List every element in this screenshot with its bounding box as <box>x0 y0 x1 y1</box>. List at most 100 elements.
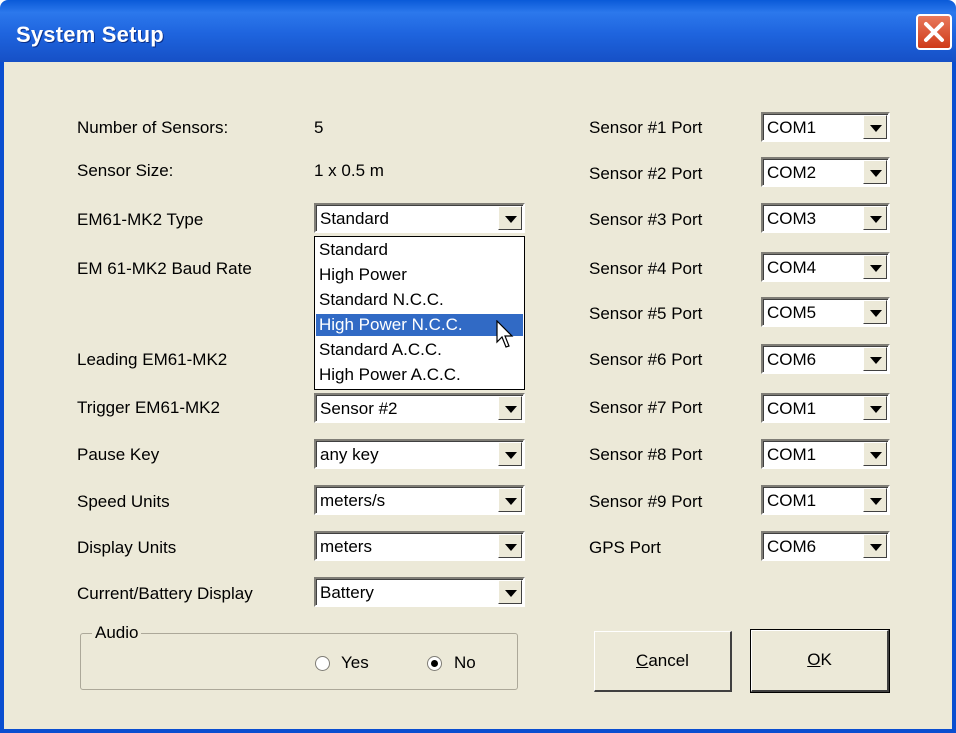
sensor-7-port-label: Sensor #7 Port <box>589 398 703 417</box>
em-type-label: EM61-MK2 Type <box>77 210 204 229</box>
sensor-6-port-combo[interactable]: COM6 <box>761 344 890 374</box>
audio-no-label[interactable]: No <box>454 653 476 673</box>
dropdown-option[interactable]: Standard A.C.C. <box>316 339 523 361</box>
dropdown-option-selected[interactable]: High Power N.C.C. <box>316 314 523 336</box>
sensor-4-port-combo[interactable]: COM4 <box>761 252 890 282</box>
cancel-label-rest: ancel <box>648 651 689 670</box>
gps-port-label: GPS Port <box>589 538 661 557</box>
speed-units-combo[interactable]: meters/s <box>314 485 525 515</box>
sensor-size-value: 1 x 0.5 m <box>314 161 384 180</box>
close-x-icon <box>924 22 944 42</box>
system-setup-dialog: System Setup Number of Sensors: 5 Sensor… <box>0 0 956 733</box>
display-units-value: meters <box>320 537 372 556</box>
number-of-sensors-value: 5 <box>314 118 324 137</box>
dropdown-option[interactable]: High Power <box>316 264 523 286</box>
pause-key-combo[interactable]: any key <box>314 439 525 469</box>
sensor-7-port-combo[interactable]: COM1 <box>761 393 890 423</box>
leading-em-label: Leading EM61-MK2 <box>77 350 228 369</box>
ok-mnemonic: O <box>807 650 821 669</box>
sensor-5-port-value: COM5 <box>767 303 817 322</box>
number-of-sensors-label: Number of Sensors: <box>77 118 229 137</box>
trigger-em-label: Trigger EM61-MK2 <box>77 398 220 417</box>
chevron-down-icon[interactable] <box>863 255 887 279</box>
baud-rate-label: EM 61-MK2 Baud Rate <box>77 259 252 278</box>
mouse-pointer-icon <box>496 320 514 348</box>
chevron-down-icon[interactable] <box>498 396 522 420</box>
audio-no-radio[interactable] <box>427 656 442 671</box>
current-battery-combo[interactable]: Battery <box>314 577 525 607</box>
em-type-combo[interactable]: Standard <box>314 203 525 233</box>
window-frame-right <box>952 62 956 733</box>
sensor-4-port-value: COM4 <box>767 258 817 277</box>
speed-units-label: Speed Units <box>77 492 170 511</box>
radio-selected-dot <box>431 660 438 667</box>
pause-key-value: any key <box>320 445 379 464</box>
em-type-value: Standard <box>320 209 389 228</box>
pause-key-label: Pause Key <box>77 445 160 464</box>
title-bar[interactable]: System Setup <box>0 0 956 62</box>
sensor-9-port-label: Sensor #9 Port <box>589 492 703 511</box>
sensor-size-label: Sensor Size: <box>77 161 174 180</box>
sensor-2-port-combo[interactable]: COM2 <box>761 157 890 187</box>
ok-button[interactable]: OK <box>750 629 890 693</box>
current-battery-label: Current/Battery Display <box>77 584 253 603</box>
display-units-label: Display Units <box>77 538 177 557</box>
chevron-down-icon[interactable] <box>863 206 887 230</box>
cancel-mnemonic: C <box>636 651 649 670</box>
chevron-down-icon[interactable] <box>863 160 887 184</box>
cancel-button-label: Cancel <box>595 651 730 671</box>
gps-port-value: COM6 <box>767 537 817 556</box>
chevron-down-icon[interactable] <box>863 534 887 558</box>
sensor-3-port-label: Sensor #3 Port <box>589 210 703 229</box>
dropdown-option[interactable]: Standard <box>316 239 523 261</box>
chevron-down-icon[interactable] <box>498 206 522 230</box>
chevron-down-icon[interactable] <box>498 442 522 466</box>
sensor-9-port-combo[interactable]: COM1 <box>761 485 890 515</box>
chevron-down-icon[interactable] <box>498 580 522 604</box>
chevron-down-icon[interactable] <box>863 488 887 512</box>
chevron-down-icon[interactable] <box>863 347 887 371</box>
sensor-2-port-label: Sensor #2 Port <box>589 164 703 183</box>
audio-groupbox <box>80 633 518 690</box>
sensor-9-port-value: COM1 <box>767 491 817 510</box>
sensor-1-port-value: COM1 <box>767 118 817 137</box>
chevron-down-icon[interactable] <box>498 488 522 512</box>
sensor-3-port-combo[interactable]: COM3 <box>761 203 890 233</box>
cancel-button[interactable]: Cancel <box>594 631 732 692</box>
ok-label-rest: K <box>820 650 832 669</box>
speed-units-value: meters/s <box>320 491 386 510</box>
chevron-down-icon[interactable] <box>498 534 522 558</box>
sensor-1-port-combo[interactable]: COM1 <box>761 112 890 142</box>
gps-port-combo[interactable]: COM6 <box>761 531 890 561</box>
audio-yes-radio[interactable] <box>315 656 330 671</box>
ok-button-label: OK <box>752 650 887 670</box>
chevron-down-icon[interactable] <box>863 115 887 139</box>
audio-yes-label[interactable]: Yes <box>341 653 369 673</box>
sensor-2-port-value: COM2 <box>767 163 817 182</box>
chevron-down-icon[interactable] <box>863 396 887 420</box>
audio-group-label: Audio <box>92 623 142 643</box>
sensor-8-port-combo[interactable]: COM1 <box>761 439 890 469</box>
trigger-value: Sensor #2 <box>320 399 398 418</box>
close-button[interactable] <box>916 14 952 50</box>
sensor-5-port-label: Sensor #5 Port <box>589 304 703 323</box>
window-title: System Setup <box>16 22 164 47</box>
sensor-8-port-label: Sensor #8 Port <box>589 445 703 464</box>
chevron-down-icon[interactable] <box>863 300 887 324</box>
sensor-8-port-value: COM1 <box>767 445 817 464</box>
sensor-7-port-value: COM1 <box>767 399 817 418</box>
em-type-dropdown-list: Standard High Power Standard N.C.C. High… <box>314 236 525 390</box>
display-units-combo[interactable]: meters <box>314 531 525 561</box>
current-battery-value: Battery <box>320 583 374 602</box>
sensor-5-port-combo[interactable]: COM5 <box>761 297 890 327</box>
trigger-combo[interactable]: Sensor #2 <box>314 393 525 423</box>
chevron-down-icon[interactable] <box>863 442 887 466</box>
dropdown-option[interactable]: High Power A.C.C. <box>316 364 523 386</box>
sensor-6-port-value: COM6 <box>767 350 817 369</box>
sensor-4-port-label: Sensor #4 Port <box>589 259 703 278</box>
sensor-1-port-label: Sensor #1 Port <box>589 118 703 137</box>
window-frame-bottom <box>0 729 956 733</box>
sensor-3-port-value: COM3 <box>767 209 817 228</box>
dropdown-option[interactable]: Standard N.C.C. <box>316 289 523 311</box>
sensor-6-port-label: Sensor #6 Port <box>589 350 703 369</box>
